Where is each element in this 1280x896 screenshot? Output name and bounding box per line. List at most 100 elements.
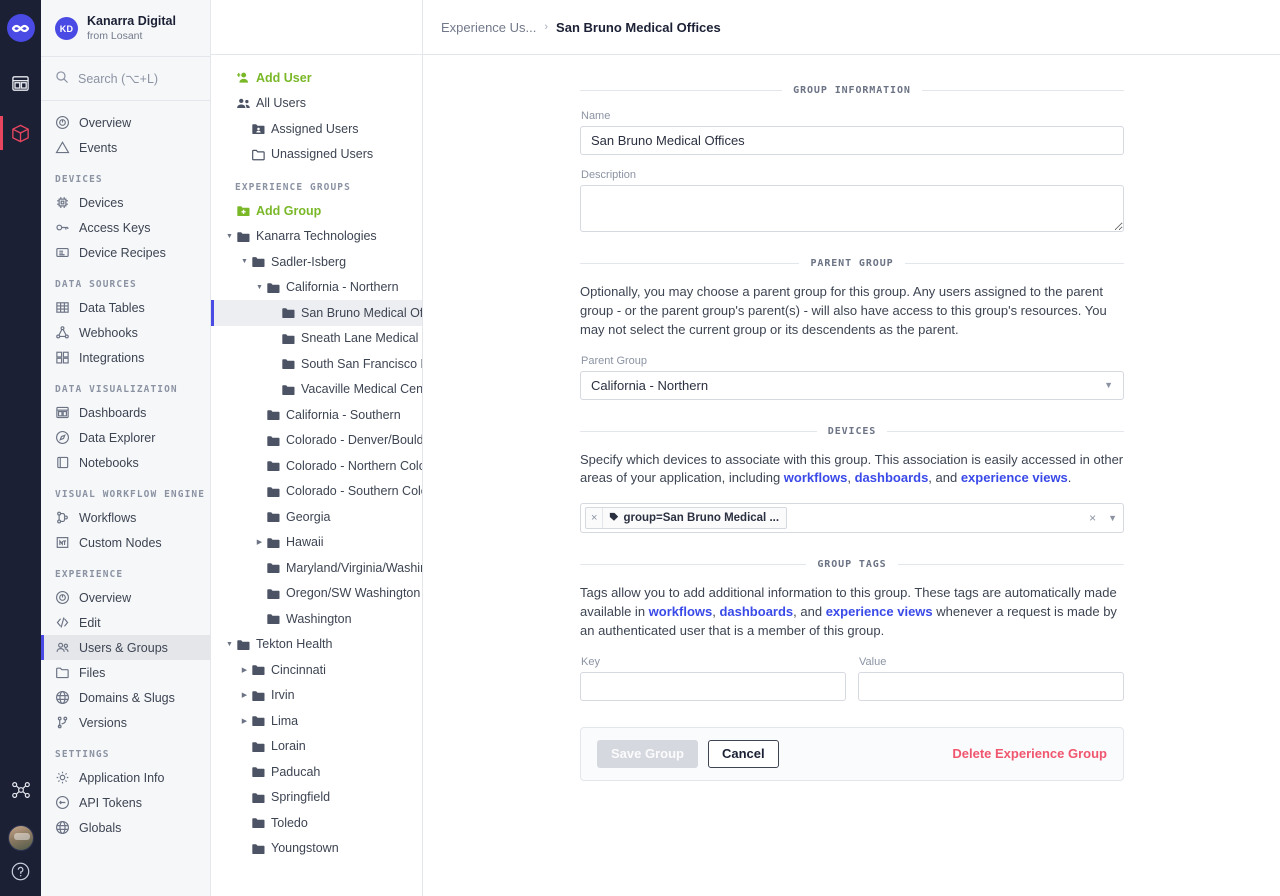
- chevron-right-icon[interactable]: ▶: [254, 538, 265, 546]
- tree-item[interactable]: Springfield: [211, 785, 422, 811]
- chip-remove-icon[interactable]: ×: [586, 508, 604, 529]
- chevron-right-icon[interactable]: ▶: [239, 717, 250, 725]
- org-switcher[interactable]: KD Kanarra Digital from Losant: [41, 0, 210, 58]
- link-experience-views[interactable]: experience views: [961, 470, 1068, 485]
- tree-action-add-user[interactable]: Add User: [211, 65, 422, 91]
- chevron-down-icon[interactable]: ▼: [254, 284, 265, 291]
- sidebar-item-integrations[interactable]: Integrations: [41, 345, 210, 370]
- sidebar-item-api-tokens[interactable]: API Tokens: [41, 790, 210, 815]
- tree-item[interactable]: Georgia: [211, 504, 422, 530]
- folder-icon: [250, 790, 267, 805]
- rail-package-icon[interactable]: [0, 108, 41, 158]
- sidebar-item-workflows[interactable]: Workflows: [41, 505, 210, 530]
- search-input[interactable]: Search (⌥+L): [41, 57, 210, 102]
- clear-all-icon[interactable]: ×: [1083, 511, 1102, 525]
- sidebar-item-edit[interactable]: Edit: [41, 610, 210, 635]
- chevron-right-icon[interactable]: ▶: [239, 691, 250, 699]
- sidebar-item-events[interactable]: Events: [41, 135, 210, 160]
- network-nodes-icon[interactable]: [0, 765, 41, 815]
- tree-item[interactable]: Maryland/Virginia/Washington DC: [211, 555, 422, 581]
- parent-group-selected-value: California - Northern: [591, 377, 709, 393]
- tree-item[interactable]: Toledo: [211, 810, 422, 836]
- sidebar-item-files[interactable]: Files: [41, 660, 210, 685]
- sidebar-item-device-recipes[interactable]: Device Recipes: [41, 240, 210, 265]
- delete-experience-group-button[interactable]: Delete Experience Group: [952, 746, 1107, 761]
- tree-item-label: California - Northern: [286, 280, 399, 295]
- save-group-button[interactable]: Save Group: [597, 739, 698, 768]
- properties-form: GROUP INFORMATION Name Description PAREN…: [580, 85, 1124, 781]
- sidebar-item-webhooks[interactable]: Webhooks: [41, 320, 210, 345]
- sidebar-item-overview[interactable]: Overview: [41, 585, 210, 610]
- tree-item[interactable]: All Users: [211, 91, 422, 117]
- sidebar-item-globals[interactable]: Globals: [41, 815, 210, 840]
- tree-item[interactable]: Youngstown: [211, 836, 422, 862]
- folder-icon: [250, 841, 267, 856]
- chevron-down-icon[interactable]: ▼: [224, 641, 235, 648]
- tree-item[interactable]: South San Francisco Medical Offices: [211, 351, 422, 377]
- sidebar-item-dashboards[interactable]: Dashboards: [41, 400, 210, 425]
- tree-item[interactable]: ▶ Cincinnati: [211, 657, 422, 683]
- tree-item[interactable]: ▶ Irvin: [211, 683, 422, 709]
- sidebar-item-versions[interactable]: Versions: [41, 710, 210, 735]
- notebook-icon: [55, 455, 70, 470]
- description-textarea[interactable]: [580, 185, 1124, 232]
- tree-item[interactable]: ▶ Lima: [211, 708, 422, 734]
- tree-item[interactable]: Sneath Lane Medical Offices: [211, 326, 422, 352]
- losant-logo-icon[interactable]: [6, 14, 35, 42]
- help-circle-icon[interactable]: [10, 861, 31, 882]
- rail-dashboard-icon[interactable]: [0, 58, 41, 108]
- sidebar-nav: Overview Events DEVICES Devices Access Keys D…: [41, 101, 210, 896]
- tree-item[interactable]: Oregon/SW Washington: [211, 581, 422, 607]
- link-workflows[interactable]: workflows: [649, 604, 713, 619]
- tree-item[interactable]: Washington: [211, 606, 422, 632]
- breadcrumb-parent[interactable]: Experience Us...: [441, 20, 536, 35]
- tree-item[interactable]: Vacaville Medical Center: [211, 377, 422, 403]
- tree-item[interactable]: California - Southern: [211, 402, 422, 428]
- chevron-down-icon[interactable]: ▼: [224, 233, 235, 240]
- parent-group-select[interactable]: California - Northern ▼: [580, 370, 1124, 400]
- tree-action-add-group[interactable]: Add Group: [211, 198, 422, 224]
- tree-item[interactable]: Colorado - Northern Colorado: [211, 453, 422, 479]
- link-dashboards[interactable]: dashboards: [719, 604, 793, 619]
- tree-item[interactable]: ▼ California - Northern: [211, 275, 422, 301]
- tree-item[interactable]: ▼ Tekton Health: [211, 632, 422, 658]
- tree-item[interactable]: Colorado - Denver/Boulder/Mountains: [211, 428, 422, 454]
- sidebar-item-overview[interactable]: Overview: [41, 110, 210, 135]
- sidebar-item-users-groups[interactable]: Users & Groups: [41, 635, 210, 661]
- chevron-down-icon[interactable]: ▼: [1108, 513, 1117, 523]
- user-avatar[interactable]: [7, 825, 34, 851]
- tree-item[interactable]: Lorain: [211, 734, 422, 760]
- devices-sep-2: , and: [928, 470, 961, 486]
- sidebar-item-notebooks[interactable]: Notebooks: [41, 450, 210, 475]
- add-user-icon: [235, 70, 252, 85]
- tree-item-label: San Bruno Medical Offices: [301, 305, 422, 320]
- gear-icon: [55, 770, 70, 785]
- cancel-button[interactable]: Cancel: [707, 739, 779, 768]
- tree-item[interactable]: ▼ Sadler-Isberg: [211, 249, 422, 275]
- link-workflows[interactable]: workflows: [784, 470, 848, 485]
- chevron-right-icon[interactable]: ▶: [239, 666, 250, 674]
- tag-value-input[interactable]: [858, 671, 1124, 701]
- tag-key-input[interactable]: [580, 671, 846, 701]
- sidebar-item-devices[interactable]: Devices: [41, 190, 210, 215]
- tree-item[interactable]: Colorado - Southern Colorado: [211, 479, 422, 505]
- tree-item[interactable]: ▼ Kanarra Technologies: [211, 224, 422, 250]
- tree-item[interactable]: Paducah: [211, 759, 422, 785]
- tree-item[interactable]: Assigned Users: [211, 116, 422, 142]
- tree-item[interactable]: San Bruno Medical Offices: [211, 300, 422, 326]
- table-icon: [55, 300, 70, 315]
- name-input[interactable]: [580, 126, 1124, 155]
- sidebar-item-data-tables[interactable]: Data Tables: [41, 295, 210, 320]
- sidebar-item-access-keys[interactable]: Access Keys: [41, 215, 210, 240]
- tree-item[interactable]: ▶ Hawaii: [211, 530, 422, 556]
- chevron-down-icon[interactable]: ▼: [239, 258, 250, 265]
- sidebar-item-custom-nodes[interactable]: Custom Nodes: [41, 530, 210, 555]
- link-experience-views[interactable]: experience views: [826, 604, 933, 619]
- nav-group-label: VISUAL WORKFLOW ENGINE: [55, 489, 206, 501]
- sidebar-item-domains-slugs[interactable]: Domains & Slugs: [41, 685, 210, 710]
- devices-multiselect[interactable]: × group=San Bruno Medical ... × ▼: [580, 503, 1124, 534]
- tree-item[interactable]: Unassigned Users: [211, 142, 422, 168]
- sidebar-item-data-explorer[interactable]: Data Explorer: [41, 425, 210, 450]
- sidebar-item-application-info[interactable]: Application Info: [41, 765, 210, 790]
- link-dashboards[interactable]: dashboards: [855, 470, 929, 485]
